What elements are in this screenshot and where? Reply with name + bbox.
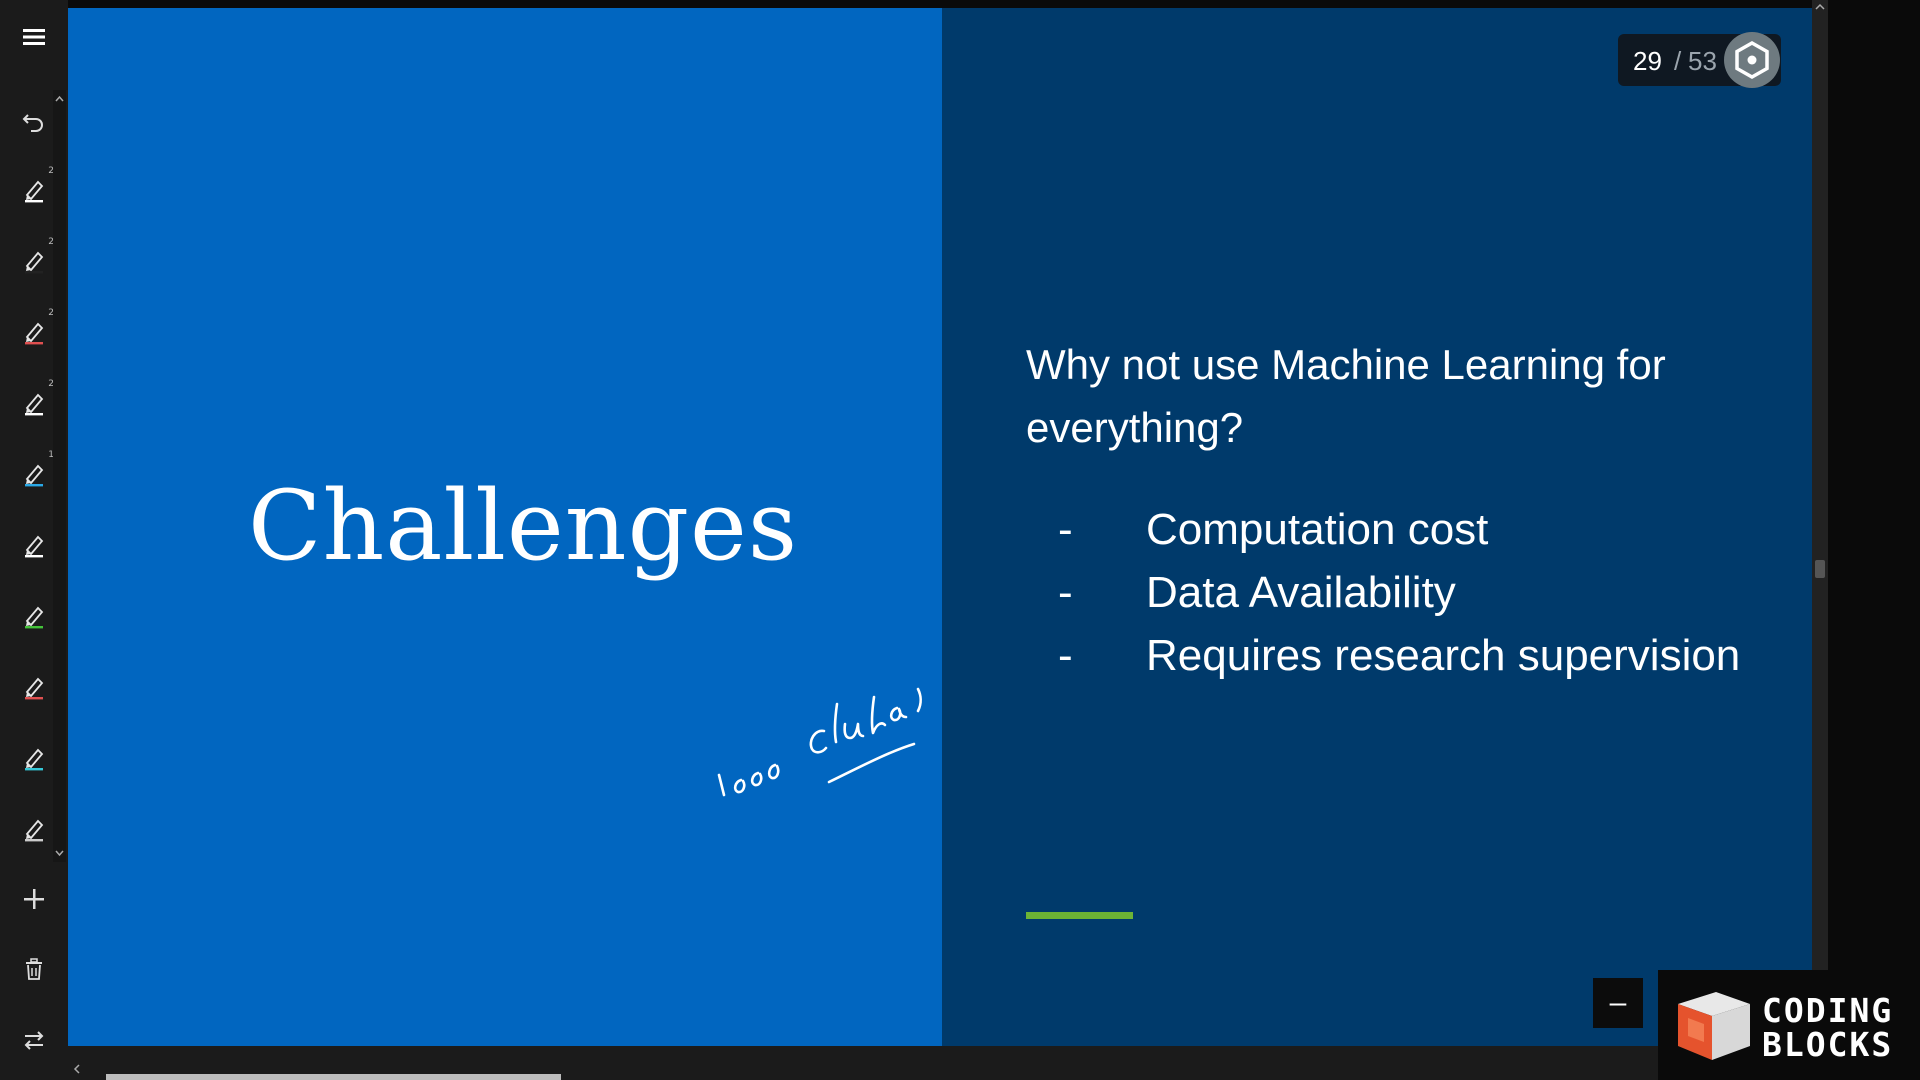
coding-blocks-logo: CODING BLOCKS	[1658, 970, 1920, 1080]
chevron-up-icon[interactable]	[53, 92, 66, 106]
page-current: 29	[1633, 46, 1662, 76]
pen-icon	[25, 393, 44, 416]
settings-hex-icon[interactable]	[1724, 32, 1780, 88]
pen-tool-button[interactable]: 2	[14, 308, 54, 352]
page-total: 53	[1688, 46, 1717, 76]
pen-tool-button[interactable]: 1	[14, 450, 54, 494]
plus-icon[interactable]	[14, 879, 54, 919]
annotation-toolbar: 2 2 2 2 1	[0, 0, 68, 1080]
pen-icon	[25, 180, 44, 203]
pen-icon	[25, 677, 44, 700]
swap-icon[interactable]	[14, 1020, 54, 1060]
cube-logo-icon	[1678, 992, 1750, 1060]
logo-text: CODING BLOCKS	[1762, 994, 1893, 1062]
page-counter[interactable]: 29 / 53	[1618, 32, 1781, 88]
vertical-scrollbar[interactable]	[1812, 0, 1828, 970]
pen-tool-button[interactable]	[14, 667, 54, 707]
pen-icon	[25, 251, 44, 274]
pen-tool-button[interactable]: 2	[14, 166, 54, 210]
pen-tool-button[interactable]: 2	[14, 379, 54, 423]
horizontal-scroll-thumb[interactable]	[106, 1074, 561, 1080]
toolbar-scrollbar[interactable]	[53, 90, 66, 862]
pen-tool-button[interactable]	[14, 738, 54, 778]
chevron-down-icon[interactable]	[53, 846, 66, 860]
logo-line-1: CODING	[1762, 991, 1894, 1030]
pen-tool-button[interactable]	[14, 596, 54, 636]
handwritten-note-annotation	[717, 687, 922, 797]
slide-canvas[interactable]: Challenges Why not use Machine Learning …	[68, 8, 1813, 1046]
page-separator: /	[1674, 46, 1682, 76]
zoom-out-button[interactable]: –	[1593, 978, 1643, 1028]
bottom-scrollbar[interactable]	[68, 1046, 1813, 1080]
menu-icon[interactable]	[14, 17, 54, 57]
pen-tool-button[interactable]: 2	[14, 237, 54, 281]
trash-icon[interactable]	[14, 949, 54, 989]
vertical-scroll-thumb[interactable]	[1815, 560, 1825, 578]
pen-icon	[25, 748, 44, 771]
pen-icon	[25, 606, 44, 629]
chevron-left-icon[interactable]	[72, 1062, 82, 1076]
pen-tool-button[interactable]	[14, 809, 54, 849]
logo-line-2: BLOCKS	[1762, 1025, 1894, 1064]
pen-icon	[25, 322, 44, 345]
pen-icon	[25, 819, 44, 842]
undo-icon[interactable]	[14, 100, 54, 140]
window-edge	[1813, 0, 1920, 1080]
pen-icon	[25, 464, 44, 487]
pen-tool-button[interactable]	[14, 525, 54, 565]
pen-icon	[25, 535, 44, 558]
chevron-up-icon[interactable]	[1814, 2, 1826, 12]
